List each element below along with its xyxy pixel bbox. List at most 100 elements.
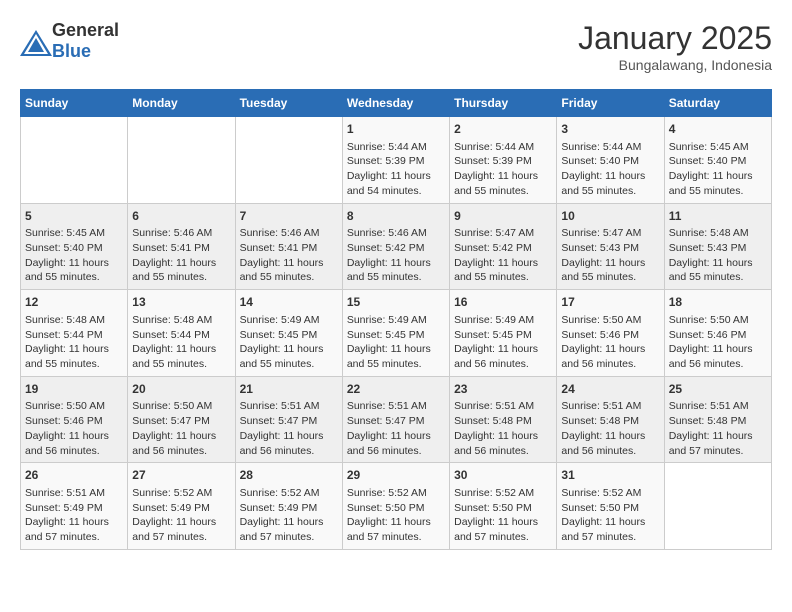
weekday-header-wednesday: Wednesday	[342, 90, 449, 117]
day-info: Daylight: 11 hours and 55 minutes.	[669, 256, 767, 285]
day-info: Daylight: 11 hours and 56 minutes.	[347, 429, 445, 458]
day-info: Sunrise: 5:46 AM	[132, 226, 230, 241]
calendar-day-23: 23Sunrise: 5:51 AMSunset: 5:48 PMDayligh…	[450, 376, 557, 463]
day-info: Sunset: 5:45 PM	[454, 328, 552, 343]
day-number: 13	[132, 294, 230, 311]
day-info: Sunset: 5:47 PM	[347, 414, 445, 429]
calendar-day-2: 2Sunrise: 5:44 AMSunset: 5:39 PMDaylight…	[450, 117, 557, 204]
logo: General Blue	[20, 20, 119, 62]
calendar-week-row: 19Sunrise: 5:50 AMSunset: 5:46 PMDayligh…	[21, 376, 772, 463]
day-info: Sunrise: 5:45 AM	[25, 226, 123, 241]
day-info: Sunset: 5:39 PM	[347, 154, 445, 169]
day-info: Daylight: 11 hours and 57 minutes.	[454, 515, 552, 544]
day-number: 1	[347, 121, 445, 138]
day-info: Daylight: 11 hours and 55 minutes.	[561, 256, 659, 285]
calendar-day-28: 28Sunrise: 5:52 AMSunset: 5:49 PMDayligh…	[235, 463, 342, 550]
day-info: Sunrise: 5:52 AM	[240, 486, 338, 501]
day-info: Daylight: 11 hours and 56 minutes.	[669, 342, 767, 371]
calendar-day-29: 29Sunrise: 5:52 AMSunset: 5:50 PMDayligh…	[342, 463, 449, 550]
day-info: Sunset: 5:48 PM	[454, 414, 552, 429]
calendar-day-3: 3Sunrise: 5:44 AMSunset: 5:40 PMDaylight…	[557, 117, 664, 204]
day-info: Sunrise: 5:50 AM	[561, 313, 659, 328]
calendar-day-19: 19Sunrise: 5:50 AMSunset: 5:46 PMDayligh…	[21, 376, 128, 463]
day-info: Sunset: 5:45 PM	[240, 328, 338, 343]
calendar-day-6: 6Sunrise: 5:46 AMSunset: 5:41 PMDaylight…	[128, 203, 235, 290]
day-info: Sunset: 5:46 PM	[561, 328, 659, 343]
calendar-day-5: 5Sunrise: 5:45 AMSunset: 5:40 PMDaylight…	[21, 203, 128, 290]
day-info: Sunset: 5:46 PM	[669, 328, 767, 343]
day-number: 28	[240, 467, 338, 484]
calendar-day-4: 4Sunrise: 5:45 AMSunset: 5:40 PMDaylight…	[664, 117, 771, 204]
day-number: 8	[347, 208, 445, 225]
day-number: 11	[669, 208, 767, 225]
day-info: Sunset: 5:46 PM	[25, 414, 123, 429]
day-info: Daylight: 11 hours and 55 minutes.	[454, 256, 552, 285]
logo-icon	[20, 30, 48, 52]
day-info: Daylight: 11 hours and 56 minutes.	[454, 342, 552, 371]
day-number: 7	[240, 208, 338, 225]
calendar-day-15: 15Sunrise: 5:49 AMSunset: 5:45 PMDayligh…	[342, 290, 449, 377]
day-info: Sunrise: 5:46 AM	[347, 226, 445, 241]
day-info: Daylight: 11 hours and 57 minutes.	[25, 515, 123, 544]
day-info: Sunset: 5:48 PM	[561, 414, 659, 429]
calendar-day-18: 18Sunrise: 5:50 AMSunset: 5:46 PMDayligh…	[664, 290, 771, 377]
day-info: Daylight: 11 hours and 56 minutes.	[132, 429, 230, 458]
day-info: Sunset: 5:41 PM	[240, 241, 338, 256]
empty-cell	[664, 463, 771, 550]
day-info: Sunrise: 5:44 AM	[454, 140, 552, 155]
day-number: 9	[454, 208, 552, 225]
day-number: 19	[25, 381, 123, 398]
day-info: Sunset: 5:42 PM	[347, 241, 445, 256]
day-info: Sunset: 5:43 PM	[561, 241, 659, 256]
day-info: Sunset: 5:50 PM	[347, 501, 445, 516]
day-number: 18	[669, 294, 767, 311]
day-number: 23	[454, 381, 552, 398]
calendar-header-row: SundayMondayTuesdayWednesdayThursdayFrid…	[21, 90, 772, 117]
day-info: Sunset: 5:50 PM	[561, 501, 659, 516]
day-info: Sunrise: 5:51 AM	[347, 399, 445, 414]
day-info: Sunset: 5:40 PM	[669, 154, 767, 169]
day-info: Sunset: 5:42 PM	[454, 241, 552, 256]
day-info: Sunset: 5:49 PM	[25, 501, 123, 516]
day-number: 26	[25, 467, 123, 484]
calendar-day-10: 10Sunrise: 5:47 AMSunset: 5:43 PMDayligh…	[557, 203, 664, 290]
day-info: Daylight: 11 hours and 56 minutes.	[25, 429, 123, 458]
day-info: Sunrise: 5:51 AM	[454, 399, 552, 414]
calendar-day-31: 31Sunrise: 5:52 AMSunset: 5:50 PMDayligh…	[557, 463, 664, 550]
day-info: Sunset: 5:47 PM	[132, 414, 230, 429]
location-title: Bungalawang, Indonesia	[578, 57, 772, 73]
calendar-day-22: 22Sunrise: 5:51 AMSunset: 5:47 PMDayligh…	[342, 376, 449, 463]
day-info: Sunrise: 5:44 AM	[347, 140, 445, 155]
day-info: Sunrise: 5:48 AM	[669, 226, 767, 241]
day-info: Daylight: 11 hours and 55 minutes.	[454, 169, 552, 198]
day-info: Daylight: 11 hours and 57 minutes.	[669, 429, 767, 458]
day-info: Sunrise: 5:44 AM	[561, 140, 659, 155]
day-info: Sunset: 5:43 PM	[669, 241, 767, 256]
weekday-header-tuesday: Tuesday	[235, 90, 342, 117]
day-info: Sunset: 5:44 PM	[132, 328, 230, 343]
day-number: 21	[240, 381, 338, 398]
day-info: Sunset: 5:49 PM	[240, 501, 338, 516]
day-info: Sunrise: 5:49 AM	[347, 313, 445, 328]
day-number: 12	[25, 294, 123, 311]
day-info: Daylight: 11 hours and 56 minutes.	[561, 429, 659, 458]
weekday-header-thursday: Thursday	[450, 90, 557, 117]
calendar-day-1: 1Sunrise: 5:44 AMSunset: 5:39 PMDaylight…	[342, 117, 449, 204]
calendar-week-row: 5Sunrise: 5:45 AMSunset: 5:40 PMDaylight…	[21, 203, 772, 290]
day-info: Sunrise: 5:51 AM	[561, 399, 659, 414]
day-number: 6	[132, 208, 230, 225]
day-info: Sunset: 5:44 PM	[25, 328, 123, 343]
day-info: Sunset: 5:40 PM	[561, 154, 659, 169]
calendar-day-7: 7Sunrise: 5:46 AMSunset: 5:41 PMDaylight…	[235, 203, 342, 290]
empty-cell	[235, 117, 342, 204]
calendar-day-11: 11Sunrise: 5:48 AMSunset: 5:43 PMDayligh…	[664, 203, 771, 290]
calendar-day-9: 9Sunrise: 5:47 AMSunset: 5:42 PMDaylight…	[450, 203, 557, 290]
day-info: Sunset: 5:50 PM	[454, 501, 552, 516]
day-info: Sunrise: 5:52 AM	[347, 486, 445, 501]
day-info: Sunrise: 5:47 AM	[454, 226, 552, 241]
calendar-day-27: 27Sunrise: 5:52 AMSunset: 5:49 PMDayligh…	[128, 463, 235, 550]
calendar-week-row: 26Sunrise: 5:51 AMSunset: 5:49 PMDayligh…	[21, 463, 772, 550]
weekday-header-friday: Friday	[557, 90, 664, 117]
day-number: 24	[561, 381, 659, 398]
calendar-day-26: 26Sunrise: 5:51 AMSunset: 5:49 PMDayligh…	[21, 463, 128, 550]
